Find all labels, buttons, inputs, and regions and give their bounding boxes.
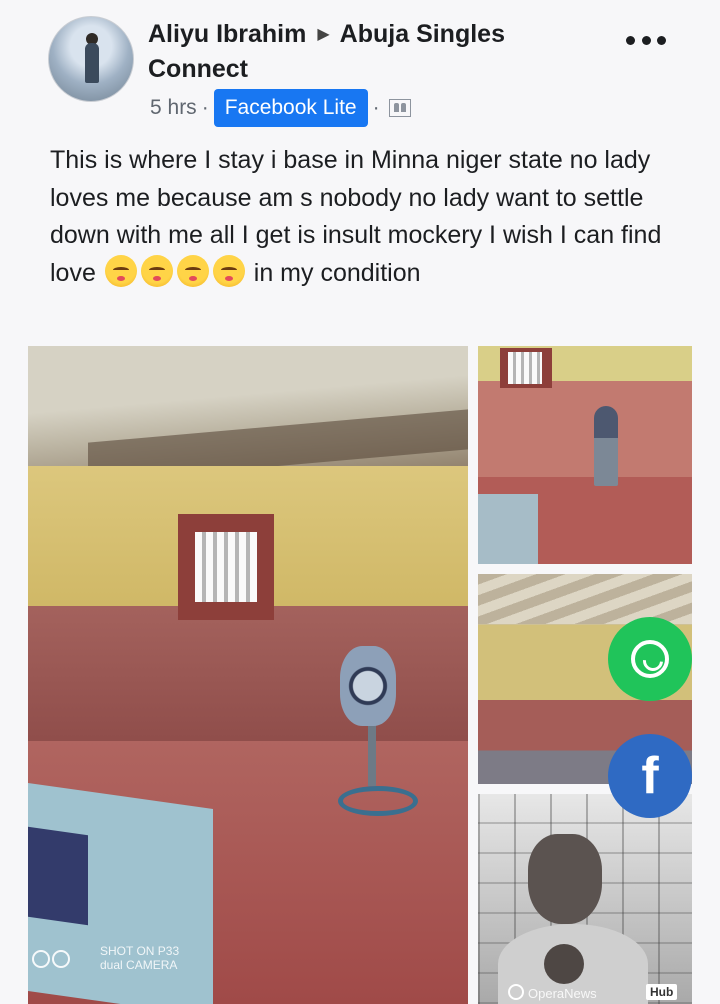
photo-room-window[interactable] bbox=[478, 346, 692, 564]
window bbox=[178, 514, 274, 620]
post-header: Aliyu Ibrahim ▶ Abuja Singles Connect 5 … bbox=[0, 0, 720, 140]
facebook-lite-badge[interactable]: Facebook Lite bbox=[213, 89, 368, 127]
camera-rings-icon bbox=[32, 950, 72, 970]
window bbox=[500, 348, 552, 388]
photo-selfie[interactable] bbox=[478, 794, 692, 1004]
whatsapp-share-button[interactable] bbox=[608, 617, 692, 701]
standing-fan bbox=[594, 406, 618, 486]
more-dot bbox=[626, 35, 635, 45]
meta-separator: · bbox=[201, 96, 209, 119]
opera-news-watermark: OperaNews Hub bbox=[478, 980, 692, 1004]
author-name[interactable]: Aliyu Ibrahim bbox=[148, 20, 306, 48]
more-options-icon[interactable] bbox=[626, 30, 666, 50]
arrow-right-icon: ▶ bbox=[317, 26, 330, 43]
more-dot bbox=[657, 35, 666, 45]
facebook-icon: f bbox=[641, 747, 659, 805]
camera-watermark-line2: dual CAMERA bbox=[100, 958, 178, 972]
avatar-figure-body bbox=[85, 43, 99, 83]
group-privacy-icon bbox=[388, 99, 411, 117]
roof-sheet bbox=[478, 574, 692, 624]
crying-face-emoji bbox=[104, 254, 137, 287]
post-meta: 5 hrs · Facebook Lite · bbox=[150, 88, 411, 128]
person-face bbox=[528, 834, 602, 924]
crying-face-emoji bbox=[140, 254, 173, 287]
opera-hub-badge: Hub bbox=[646, 984, 678, 1000]
fan-base bbox=[338, 786, 418, 816]
post-text: This is where I stay i base in Minna nig… bbox=[50, 142, 690, 292]
roof-sheet bbox=[28, 346, 468, 476]
camera-watermark-line1: SHOT ON P33 bbox=[100, 944, 180, 958]
mattress bbox=[478, 494, 538, 564]
standing-fan bbox=[340, 646, 396, 726]
author-avatar[interactable] bbox=[48, 16, 134, 102]
blanket bbox=[28, 826, 88, 926]
crying-face-emoji bbox=[212, 254, 245, 287]
meta-separator: · bbox=[372, 96, 380, 119]
opera-watermark-text: OperaNews bbox=[528, 986, 597, 1001]
more-dot bbox=[641, 35, 651, 45]
opera-logo-icon bbox=[508, 984, 524, 1000]
person-hand bbox=[544, 944, 584, 984]
photo-room-main[interactable]: SHOT ON P33 dual CAMERA bbox=[28, 346, 468, 1004]
crying-face-emoji bbox=[176, 254, 209, 287]
facebook-share-button[interactable]: f bbox=[608, 734, 692, 818]
post-text-end: in my condition bbox=[253, 258, 421, 287]
author-line: Aliyu Ibrahim ▶ Abuja Singles Connect bbox=[148, 17, 608, 86]
red-wall bbox=[28, 606, 468, 746]
camera-watermark: SHOT ON P33 dual CAMERA bbox=[32, 942, 272, 982]
post-time[interactable]: 5 hrs bbox=[150, 96, 197, 120]
whatsapp-icon bbox=[631, 640, 669, 678]
